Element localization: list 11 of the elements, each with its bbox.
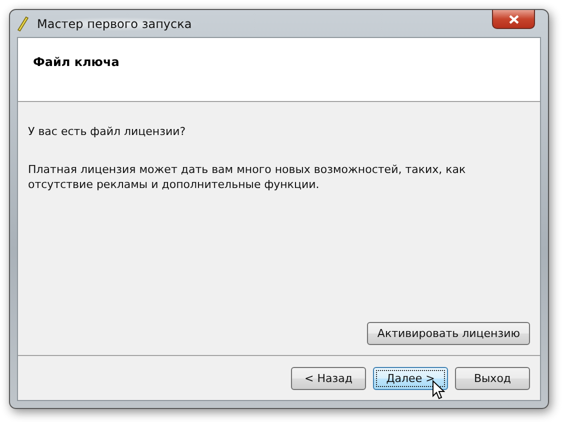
activate-license-button[interactable]: Активировать лицензию — [367, 322, 530, 345]
close-button[interactable] — [492, 10, 535, 29]
description-text: Платная лицензия может дать вам много новых возможностей, таких, как отсутствие рекламы и дополнительные функции. — [28, 162, 467, 192]
page-title: Файл ключа — [33, 55, 120, 69]
cursor-icon — [432, 380, 445, 400]
wizard-button[interactable]: Выход — [455, 366, 530, 390]
wizard-button[interactable]: < Назад — [291, 366, 366, 390]
wizard-button[interactable]: Далее > — [373, 366, 448, 390]
question-text: У вас есть файл лицензии? — [28, 124, 187, 139]
pencil-icon — [17, 16, 29, 32]
close-icon — [508, 14, 518, 24]
